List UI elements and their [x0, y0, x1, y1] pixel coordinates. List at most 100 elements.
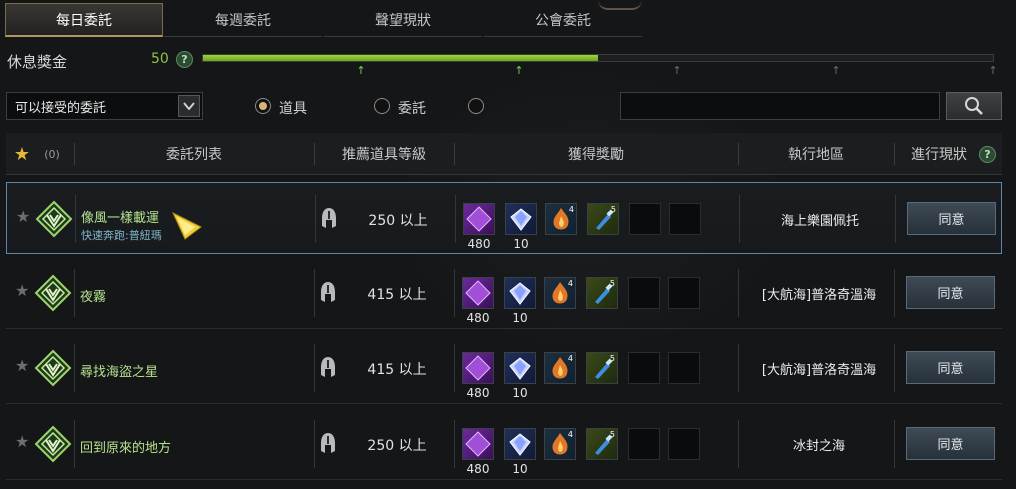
quest-subtitle: 快速奔跑:普紐瑪	[81, 229, 162, 242]
radio-quest[interactable]	[374, 98, 390, 114]
reward-quantity: 480	[466, 462, 490, 476]
rest-bonus-value: 50	[151, 51, 169, 67]
quest-row[interactable]: ★ 尋找海盜之星 415 以上 480 10 4 5 [大航海]普洛奇溫海 同意	[6, 332, 1002, 404]
quest-location: [大航海]普洛奇溫海	[761, 288, 877, 303]
quest-location: 海上樂園佩托	[780, 214, 859, 229]
empty-reward-slot	[628, 277, 660, 309]
tab-reputation[interactable]: 聲望現狀	[324, 3, 482, 37]
flame-stone-icon[interactable]: 4	[544, 277, 576, 309]
recommended-level: 250 以上	[368, 213, 428, 229]
flame-stone-icon[interactable]: 4	[545, 203, 577, 235]
helmet-icon	[321, 357, 335, 377]
reward-badge: 4	[568, 205, 574, 214]
milestone-arrow-icon: ↑	[988, 64, 998, 77]
reward-quantity: 480	[466, 386, 490, 400]
blue-potion-icon[interactable]: 5	[586, 428, 618, 460]
daily-quest-emblem-icon	[34, 349, 72, 387]
reward-badge: 4	[567, 354, 573, 363]
daily-quest-emblem-icon	[35, 200, 73, 238]
tab-bar: 每日委託 每週委託 聲望現狀 公會委託	[0, 0, 1016, 38]
empty-reward-slot	[668, 428, 700, 460]
quest-name[interactable]: 尋找海盜之星	[80, 361, 158, 380]
favorite-star-icon[interactable]: ★	[15, 356, 29, 375]
milestone-arrow-icon: ↑	[672, 64, 682, 77]
quest-filter-dropdown[interactable]: 可以接受的委託	[6, 92, 203, 120]
reward-quantity: 10	[513, 237, 529, 251]
helmet-icon	[321, 433, 335, 453]
help-icon[interactable]: ?	[176, 51, 193, 68]
accept-button[interactable]: 同意	[907, 202, 996, 235]
radio-item[interactable]	[255, 98, 271, 114]
reward-badge: 5	[610, 205, 616, 214]
quest-table-header: ★ (0) 委託列表 推薦道具等級 獲得獎勵 執行地區 進行現狀 ?	[6, 133, 1002, 175]
search-input[interactable]	[620, 92, 940, 120]
search-icon	[965, 97, 983, 115]
header-ornament	[598, 0, 642, 10]
empty-reward-slot	[668, 277, 700, 309]
radio-item-label: 道具	[279, 101, 307, 117]
pointer-arrow-icon	[171, 211, 202, 240]
diamond-gem-icon[interactable]	[505, 203, 537, 235]
accept-button[interactable]: 同意	[906, 351, 995, 384]
blue-potion-icon[interactable]: 5	[586, 277, 618, 309]
tab-weekly[interactable]: 每週委託	[164, 3, 322, 37]
accept-button[interactable]: 同意	[906, 276, 995, 309]
diamond-gem-icon[interactable]	[504, 352, 536, 384]
quest-row[interactable]: ★ 夜霧 415 以上 480 10 4 5 [大航海]普洛奇溫海 同意	[6, 257, 1002, 329]
diamond-gem-icon[interactable]	[504, 277, 536, 309]
quest-row[interactable]: ★ 回到原來的地方 250 以上 480 10 4 5 冰封之海 同意	[6, 408, 1002, 480]
column-status: 進行現狀	[911, 147, 967, 163]
column-quest-list: 委託列表	[166, 147, 222, 163]
diamond-gem-icon[interactable]	[504, 428, 536, 460]
rest-bonus-bar	[202, 54, 994, 62]
favorite-star-icon[interactable]: ★	[10, 133, 34, 175]
empty-reward-slot	[669, 203, 701, 235]
reward-quantity: 10	[512, 386, 528, 400]
tab-daily[interactable]: 每日委託	[5, 3, 163, 37]
opyt-crystal-icon[interactable]	[462, 277, 494, 309]
milestone-arrow-icon: ↑	[831, 64, 841, 77]
helmet-icon	[321, 282, 335, 302]
column-recommended-level: 推薦道具等級	[342, 147, 426, 163]
search-button[interactable]	[946, 92, 1002, 120]
recommended-level: 415 以上	[367, 362, 427, 378]
opyt-crystal-icon[interactable]	[463, 203, 495, 235]
favorite-star-icon[interactable]: ★	[16, 207, 30, 226]
favorite-star-icon[interactable]: ★	[15, 281, 29, 300]
rest-bonus-label: 休息獎金	[7, 53, 68, 71]
reward-quantity: 480	[466, 311, 490, 325]
reward-badge: 5	[609, 430, 615, 439]
rest-bonus-fill	[203, 55, 598, 61]
quest-location: 冰封之海	[792, 439, 845, 454]
chevron-down-icon[interactable]	[178, 95, 200, 117]
blue-potion-icon[interactable]: 5	[586, 352, 618, 384]
reward-badge: 5	[609, 354, 615, 363]
quest-name[interactable]: 夜霧	[80, 286, 106, 305]
opyt-crystal-icon[interactable]	[462, 428, 494, 460]
opyt-crystal-icon[interactable]	[462, 352, 494, 384]
milestone-arrow-icon: ↑	[514, 64, 524, 77]
radio-quest-label: 委託	[398, 101, 426, 117]
reward-badge: 5	[609, 279, 615, 288]
helmet-icon	[322, 208, 336, 228]
quest-name[interactable]: 回到原來的地方	[80, 437, 171, 456]
blue-potion-icon[interactable]: 5	[587, 203, 619, 235]
column-location: 執行地區	[788, 147, 844, 163]
favorite-star-icon[interactable]: ★	[15, 432, 29, 451]
quest-row[interactable]: ★ 像風一樣載運 快速奔跑:普紐瑪 250 以上 480 10 4 5 海上樂園…	[6, 182, 1002, 254]
milestone-arrow-icon: ↑	[356, 64, 366, 77]
daily-quest-emblem-icon	[34, 274, 72, 312]
column-rewards: 獲得獎勵	[568, 147, 624, 163]
reward-badge: 4	[567, 430, 573, 439]
flame-stone-icon[interactable]: 4	[544, 428, 576, 460]
help-icon[interactable]: ?	[979, 146, 996, 163]
recommended-level: 250 以上	[367, 438, 427, 454]
empty-reward-slot	[628, 352, 660, 384]
quest-location: [大航海]普洛奇溫海	[761, 363, 877, 378]
empty-reward-slot	[629, 203, 661, 235]
flame-stone-icon[interactable]: 4	[544, 352, 576, 384]
reward-quantity: 480	[467, 237, 491, 251]
quest-name[interactable]: 像風一樣載運	[81, 207, 159, 226]
accept-button[interactable]: 同意	[906, 427, 995, 460]
radio-other[interactable]	[468, 98, 484, 114]
